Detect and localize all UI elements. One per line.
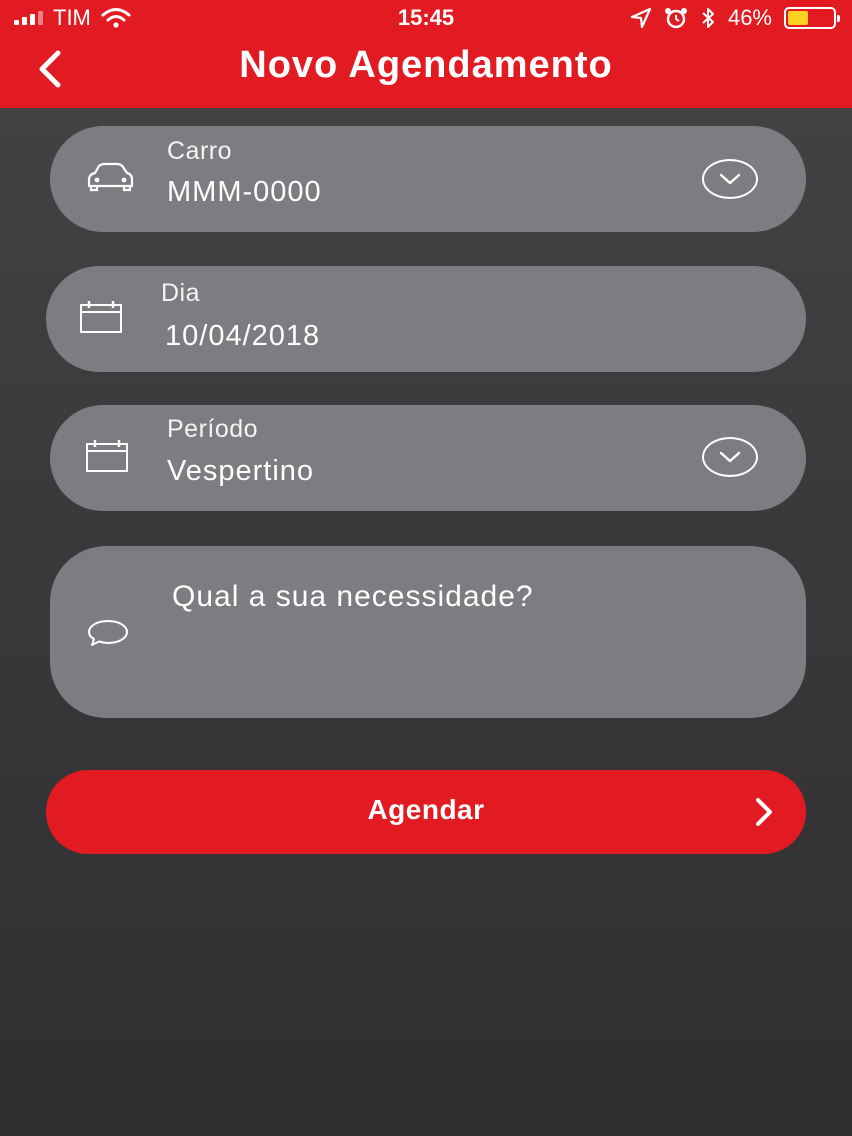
chevron-down-icon	[719, 173, 741, 185]
header-bar: TIM 15:45 46% Novo Agendamento	[0, 0, 852, 108]
status-bar: TIM 15:45 46%	[0, 0, 852, 36]
car-select[interactable]: Carro MMM-0000	[50, 126, 806, 232]
period-dropdown-toggle[interactable]	[702, 437, 758, 477]
car-value: MMM-0000	[167, 176, 322, 208]
car-label: Carro	[167, 137, 233, 165]
car-icon	[87, 162, 134, 192]
day-field[interactable]: Dia 10/04/2018	[46, 266, 806, 372]
period-label: Período	[167, 415, 259, 443]
period-value: Vespertino	[167, 455, 315, 487]
status-right: 46%	[630, 5, 840, 31]
schedule-button[interactable]: Agendar	[46, 770, 806, 854]
calendar-icon	[80, 301, 122, 333]
chevron-right-icon	[756, 798, 772, 826]
bluetooth-icon	[702, 8, 714, 28]
day-value: 10/04/2018	[165, 320, 321, 352]
need-textarea[interactable]: Qual a sua necessidade?	[50, 546, 806, 718]
page-title: Novo Agendamento	[239, 44, 613, 86]
schedule-button-label: Agendar	[367, 794, 485, 825]
chat-bubble-icon	[88, 620, 128, 646]
alarm-icon	[664, 8, 687, 29]
battery-fill	[788, 11, 809, 25]
battery-percent: 46%	[727, 5, 772, 30]
car-dropdown-toggle[interactable]	[702, 159, 758, 199]
chevron-down-icon	[719, 451, 741, 463]
day-label: Dia	[161, 279, 201, 307]
period-select[interactable]: Período Vespertino	[50, 405, 806, 511]
battery-icon	[784, 7, 840, 29]
location-arrow-icon	[630, 7, 652, 29]
calendar-icon	[86, 440, 128, 472]
need-placeholder: Qual a sua necessidade?	[172, 580, 534, 613]
